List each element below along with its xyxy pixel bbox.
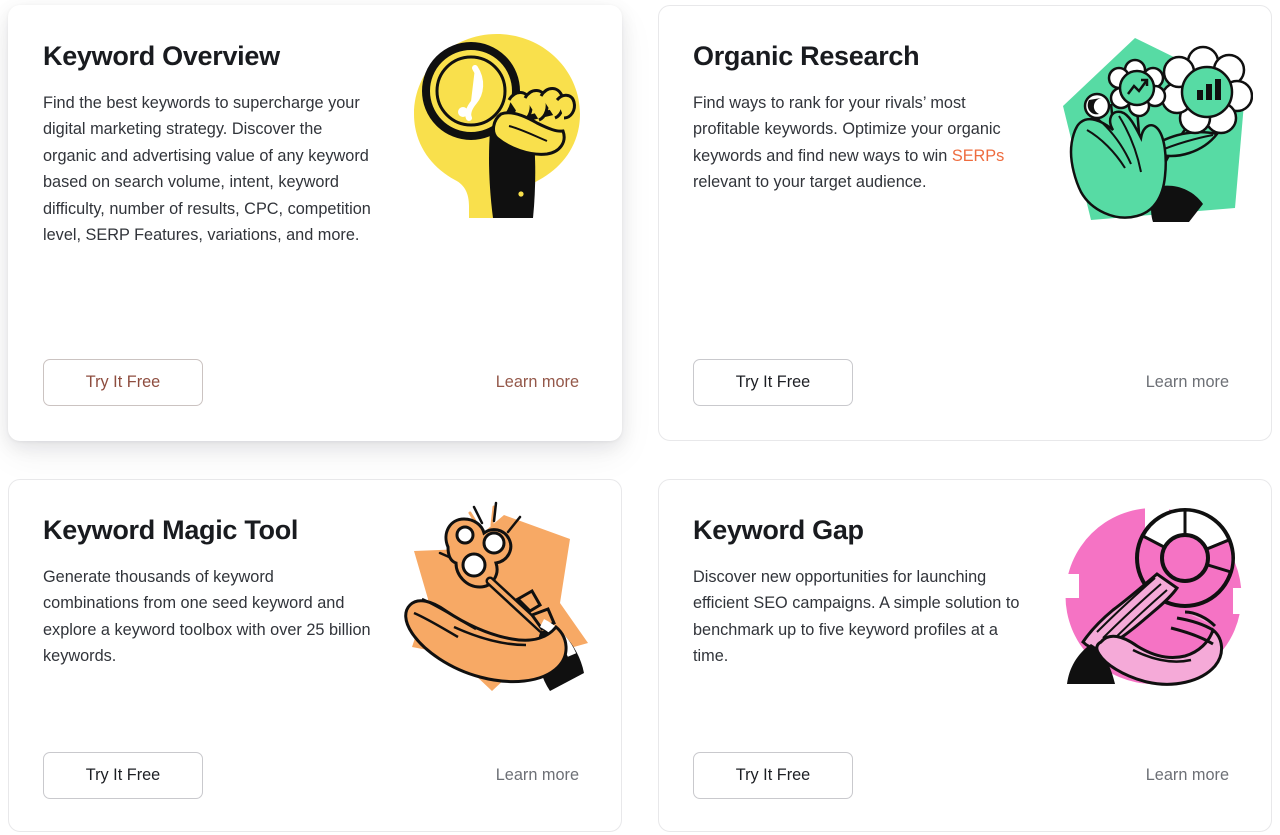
card-title: Keyword Overview bbox=[43, 41, 280, 71]
card-title: Keyword Magic Tool bbox=[43, 515, 299, 545]
card-title: Organic Research bbox=[693, 41, 920, 71]
card-footer: Try It Free Learn more bbox=[43, 359, 581, 406]
card-description-text-after: relevant to your target audience. bbox=[693, 173, 927, 192]
card-description: Discover new opportunities for launching… bbox=[693, 564, 1023, 670]
card-description: Find the best keywords to supercharge yo… bbox=[43, 90, 373, 248]
card-footer: Try It Free Learn more bbox=[693, 752, 1231, 799]
card-description-text: Generate thousands of keyword combinatio… bbox=[43, 567, 371, 666]
learn-more-link[interactable]: Learn more bbox=[1146, 373, 1231, 392]
learn-more-link[interactable]: Learn more bbox=[496, 373, 581, 392]
card-description-text: Find the best keywords to supercharge yo… bbox=[43, 93, 371, 244]
feature-cards-grid: Keyword Overview Find the best keywords … bbox=[0, 0, 1280, 835]
feature-card-keyword-gap[interactable]: Keyword Gap Discover new opportunities f… bbox=[658, 479, 1272, 832]
try-it-free-button[interactable]: Try It Free bbox=[693, 752, 853, 799]
serps-inline-link[interactable]: SERPs bbox=[952, 147, 1004, 165]
try-it-free-button[interactable]: Try It Free bbox=[43, 752, 203, 799]
card-title: Keyword Gap bbox=[693, 515, 864, 545]
card-footer: Try It Free Learn more bbox=[43, 752, 581, 799]
feature-card-keyword-magic-tool[interactable]: Keyword Magic Tool Generate thousands of… bbox=[8, 479, 622, 832]
feature-card-organic-research[interactable]: Organic Research Find ways to rank for y… bbox=[658, 5, 1272, 441]
try-it-free-button[interactable]: Try It Free bbox=[43, 359, 203, 406]
card-description: Find ways to rank for your rivals’ most … bbox=[693, 90, 1023, 196]
learn-more-link[interactable]: Learn more bbox=[1146, 766, 1231, 785]
card-description: Generate thousands of keyword combinatio… bbox=[43, 564, 373, 670]
try-it-free-button[interactable]: Try It Free bbox=[693, 359, 853, 406]
feature-card-keyword-overview[interactable]: Keyword Overview Find the best keywords … bbox=[8, 5, 622, 441]
card-description-text: Discover new opportunities for launching… bbox=[693, 567, 1020, 666]
learn-more-link[interactable]: Learn more bbox=[496, 766, 581, 785]
card-footer: Try It Free Learn more bbox=[693, 359, 1231, 406]
